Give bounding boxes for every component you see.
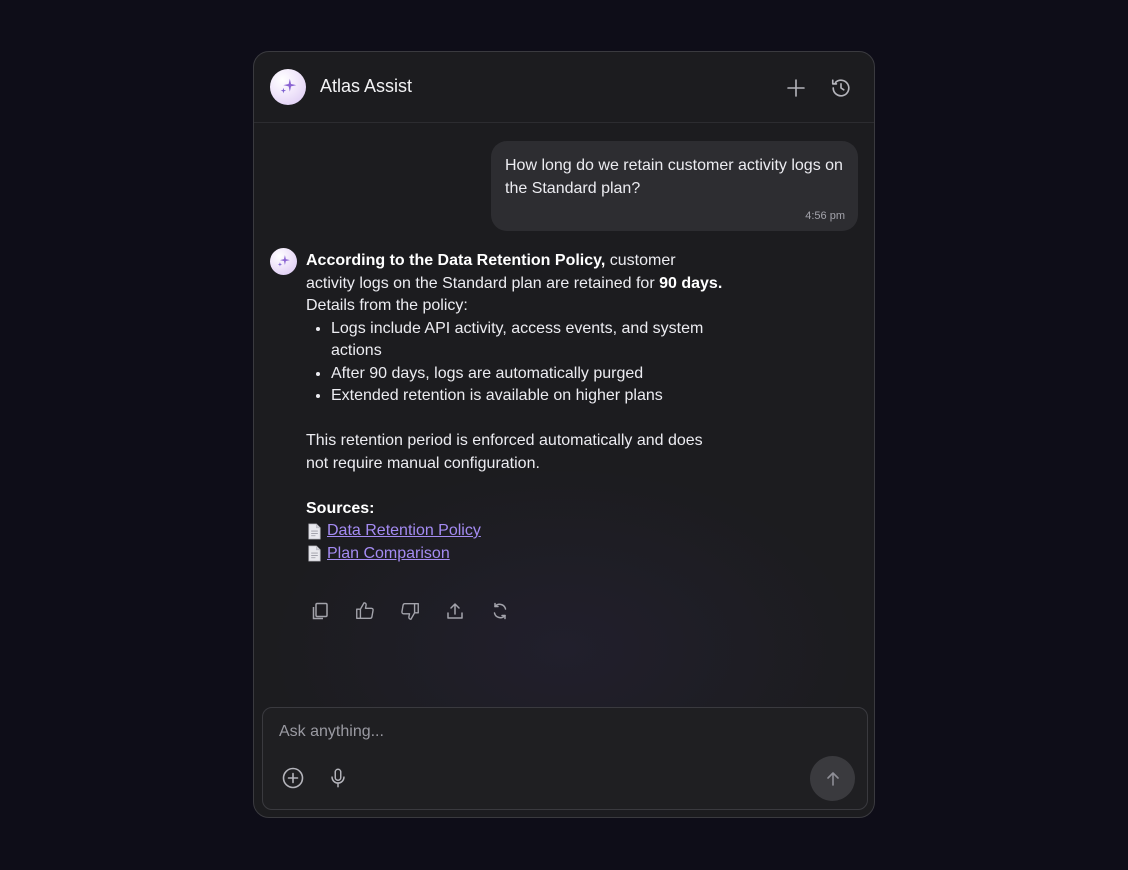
voice-input-button[interactable] — [324, 764, 352, 792]
user-message-text: How long do we retain customer activity … — [505, 157, 843, 197]
assistant-message: According to the Data Retention Policy, … — [306, 250, 746, 565]
message-timestamp: 4:56 pm — [805, 210, 845, 222]
thumbs-up-icon — [356, 602, 374, 620]
assistant-avatar — [270, 69, 306, 105]
plus-icon — [787, 79, 805, 97]
chat-header: Atlas Assist — [254, 52, 874, 123]
document-icon — [308, 523, 321, 540]
answer-intro-bold: According to the Data Retention Policy, — [306, 252, 606, 269]
regenerate-button[interactable] — [489, 600, 511, 622]
source-link-label[interactable]: Plan Comparison — [327, 543, 450, 566]
sources-label: Sources: — [306, 499, 375, 517]
message-input[interactable] — [279, 718, 839, 746]
sparkle-icon — [277, 255, 290, 267]
user-message-bubble: How long do we retain customer activity … — [491, 141, 858, 231]
send-button[interactable] — [810, 756, 855, 801]
list-item: Extended retention is available on highe… — [331, 385, 746, 408]
share-icon — [447, 603, 463, 619]
source-link-plan-comparison[interactable]: Plan Comparison — [306, 543, 746, 566]
microphone-icon — [331, 768, 345, 788]
share-button[interactable] — [444, 600, 466, 622]
arrow-up-icon — [826, 771, 839, 786]
new-chat-button[interactable] — [782, 74, 810, 102]
regenerate-icon — [493, 602, 507, 620]
thumbs-up-button[interactable] — [354, 600, 376, 622]
source-link-data-retention-policy[interactable]: Data Retention Policy — [306, 520, 746, 543]
assistant-message-avatar — [270, 248, 297, 275]
copy-icon — [312, 602, 328, 620]
message-composer — [262, 707, 868, 810]
answer-retention-value: 90 days. — [659, 274, 723, 292]
history-button[interactable] — [827, 74, 855, 102]
history-icon — [831, 79, 850, 97]
copy-button[interactable] — [309, 600, 331, 622]
document-icon — [308, 545, 321, 562]
sparkle-icon — [280, 78, 297, 94]
thumbs-down-button[interactable] — [399, 600, 421, 622]
list-item: Logs include API activity, access events… — [331, 318, 746, 363]
closing-text: This retention period is enforced automa… — [306, 432, 703, 472]
chat-panel: Atlas Assist How long do we retain custo… — [253, 51, 875, 818]
details-list: Logs include API activity, access events… — [331, 318, 746, 408]
details-heading: Details from the policy: — [306, 297, 468, 314]
app-title: Atlas Assist — [320, 76, 413, 96]
attach-button[interactable] — [279, 764, 307, 792]
message-actions — [309, 600, 511, 622]
plus-circle-icon — [282, 767, 304, 789]
list-item: After 90 days, logs are automatically pu… — [331, 363, 746, 386]
answer-intro: According to the Data Retention Policy, … — [306, 250, 726, 295]
source-link-label[interactable]: Data Retention Policy — [327, 520, 481, 543]
thumbs-down-icon — [401, 602, 419, 620]
